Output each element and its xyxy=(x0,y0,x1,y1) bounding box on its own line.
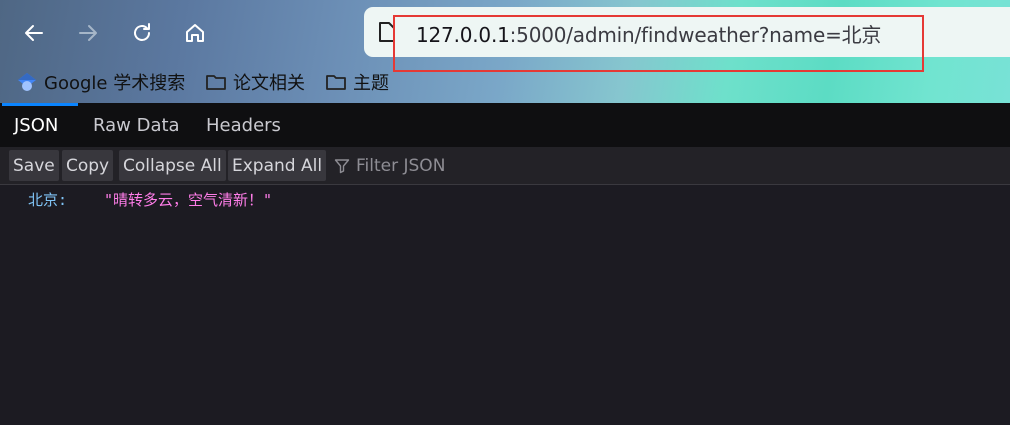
collapse-all-button[interactable]: Collapse All xyxy=(119,150,226,181)
forward-button[interactable] xyxy=(69,14,107,52)
expand-all-button[interactable]: Expand All xyxy=(228,150,327,181)
bookmark-themes-folder[interactable]: 主题 xyxy=(325,66,389,98)
folder-icon xyxy=(206,75,226,90)
tab-json[interactable]: JSON xyxy=(2,103,79,147)
home-icon xyxy=(186,24,204,42)
tab-label: JSON xyxy=(14,114,59,136)
url-highlight-box xyxy=(393,15,924,72)
filter-placeholder: Filter JSON xyxy=(356,155,446,176)
bookmark-label: Google 学术搜索 xyxy=(44,73,186,94)
reload-icon xyxy=(134,23,150,41)
home-button[interactable] xyxy=(176,14,214,52)
tab-label: Headers xyxy=(206,114,281,136)
reload-button[interactable] xyxy=(123,14,161,52)
forward-arrow-icon xyxy=(79,25,97,41)
bookmark-papers-folder[interactable]: 论文相关 xyxy=(205,66,305,98)
save-button[interactable]: Save xyxy=(9,150,59,181)
bookmark-label: 主题 xyxy=(353,73,389,94)
back-arrow-icon xyxy=(25,25,43,41)
json-row[interactable]: 北京: "晴转多云，空气清新！" xyxy=(28,189,272,210)
bookmark-google-scholar[interactable]: Google 学术搜索 xyxy=(16,66,185,98)
tab-headers[interactable]: Headers xyxy=(194,103,293,147)
folder-icon xyxy=(326,75,346,90)
filter-json-input[interactable]: Filter JSON xyxy=(334,150,445,181)
copy-button[interactable]: Copy xyxy=(62,150,114,181)
json-viewer-tabs: JSON Raw Data Headers xyxy=(0,103,1010,147)
tab-raw-data[interactable]: Raw Data xyxy=(81,103,192,147)
scholar-icon xyxy=(18,73,36,91)
back-button[interactable] xyxy=(15,14,53,52)
json-content: 北京: "晴转多云，空气清新！" xyxy=(0,185,1010,425)
json-key: 北京: xyxy=(28,191,68,209)
filter-icon xyxy=(334,158,350,173)
json-string-value: "晴转多云，空气清新！" xyxy=(104,191,273,209)
json-toolbar: Save Copy Collapse All Expand All Filter… xyxy=(0,147,1010,185)
bookmark-label: 论文相关 xyxy=(233,73,305,94)
tab-label: Raw Data xyxy=(93,114,180,136)
